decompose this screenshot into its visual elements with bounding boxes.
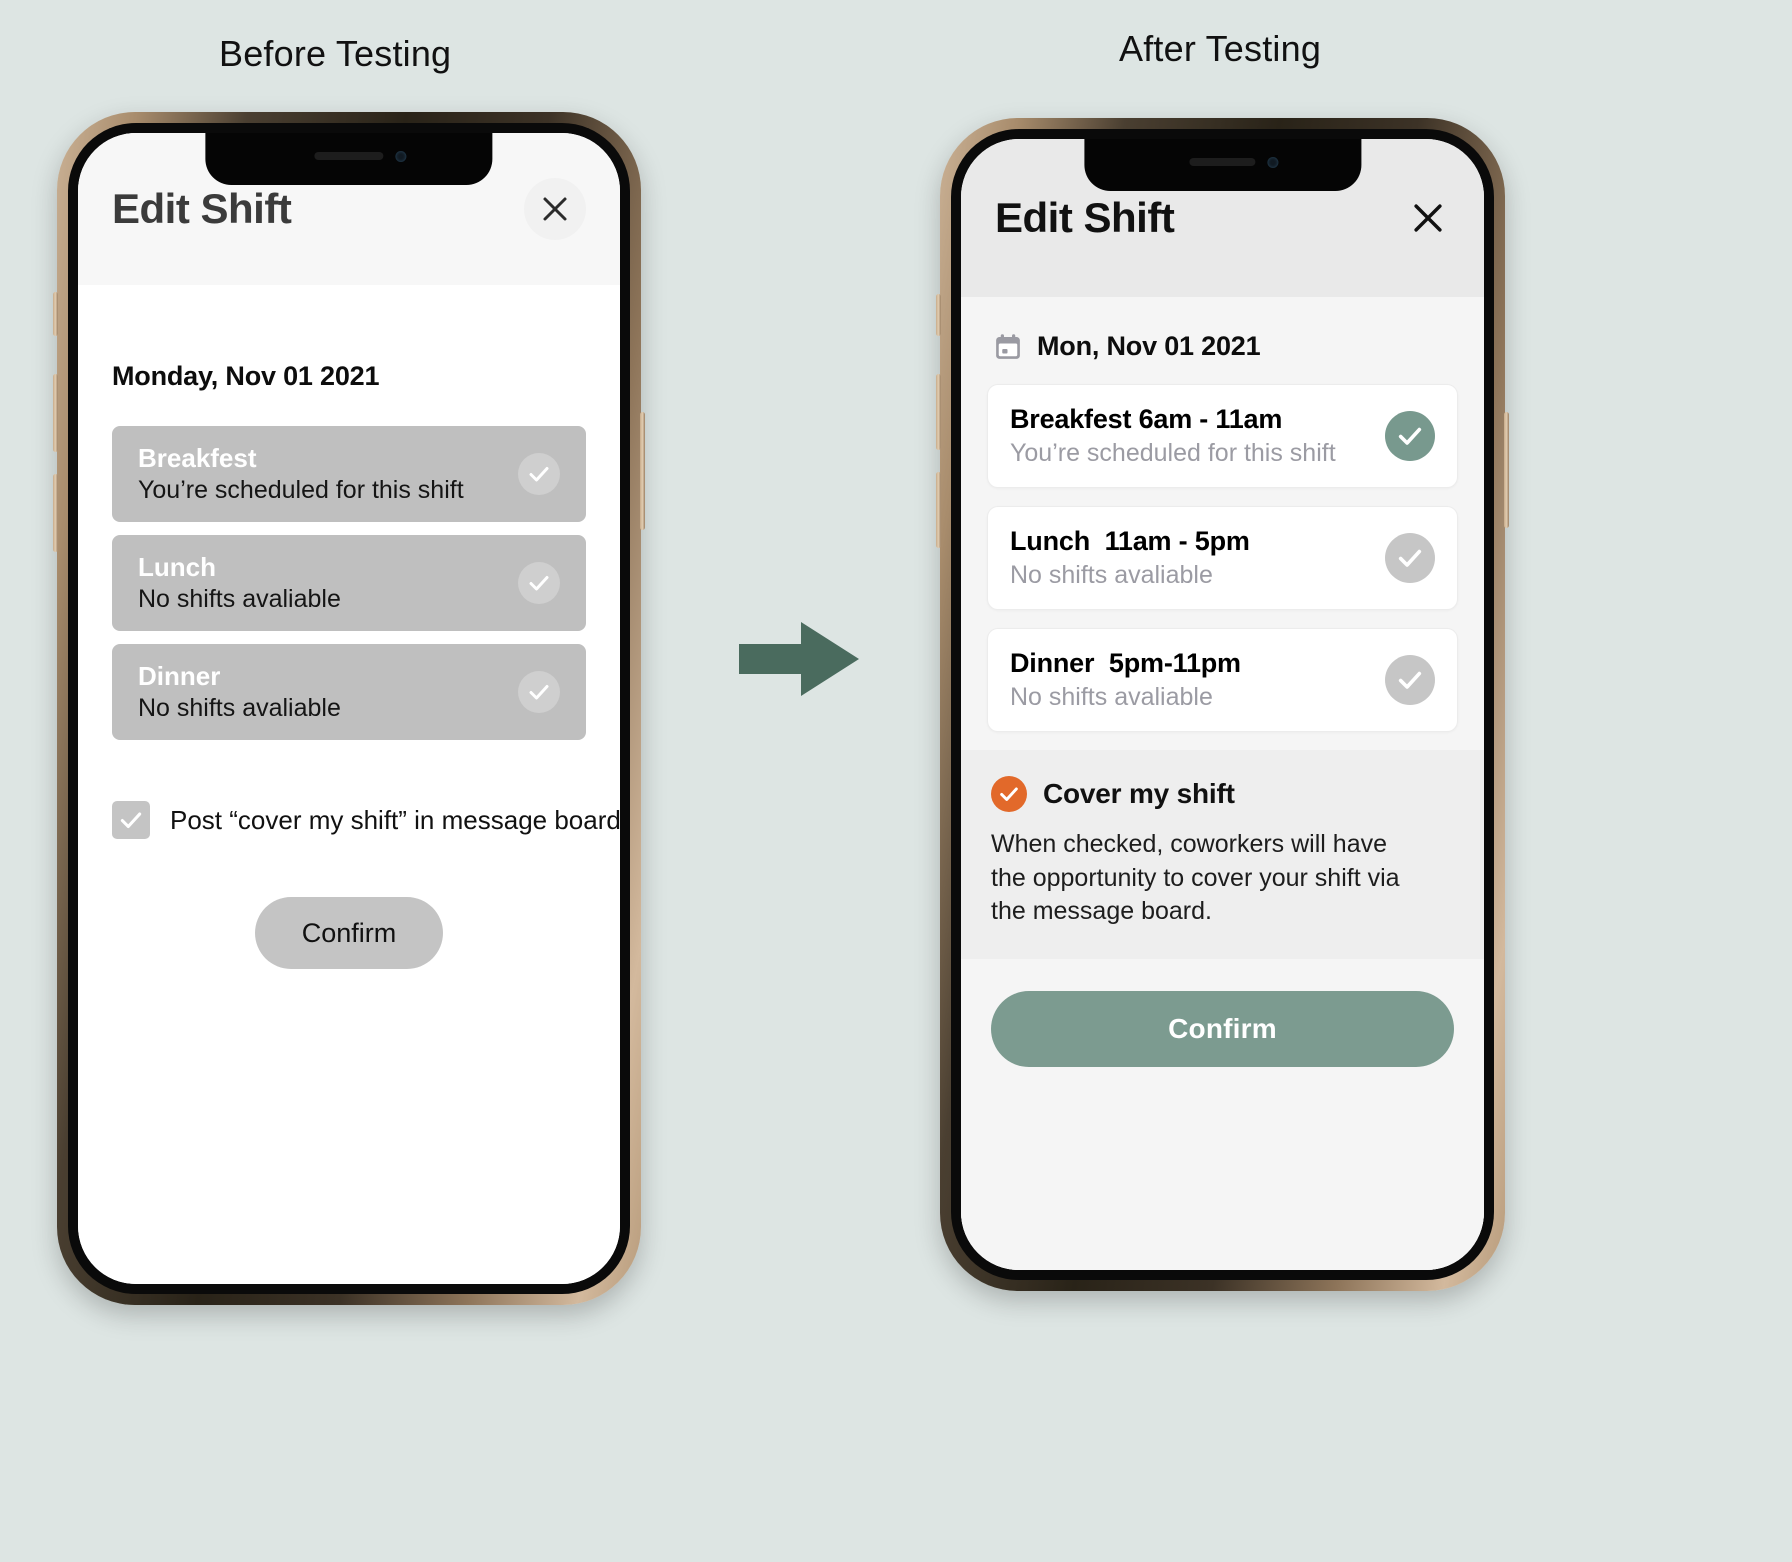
phone-volume-down-button xyxy=(53,474,58,552)
front-camera xyxy=(395,151,407,162)
shift-title: Lunch 11am - 5pm xyxy=(1010,525,1250,556)
shift-subtitle: You’re scheduled for this shift xyxy=(138,475,464,504)
cover-my-shift-title: Cover my shift xyxy=(1043,778,1235,809)
phone-bezel-after: Edit Shift Mon, Nov 01 2021 Breakfest 6a… xyxy=(951,129,1494,1280)
phone-mute-switch xyxy=(936,294,941,336)
after-shift-card-lunch[interactable]: Lunch 11am - 5pm No shifts avaliable xyxy=(987,506,1458,610)
after-confirm-wrap: Confirm xyxy=(961,958,1484,1067)
check-circle-icon[interactable] xyxy=(518,671,560,713)
after-shift-list: Mon, Nov 01 2021 Breakfest 6am - 11am Yo… xyxy=(961,297,1484,750)
cover-my-shift-toggle-row[interactable]: Cover my shift xyxy=(991,776,1454,828)
phone-notch xyxy=(1083,139,1362,191)
before-page-title: Edit Shift xyxy=(112,185,292,232)
check-circle-icon[interactable] xyxy=(518,562,560,604)
calendar-icon xyxy=(996,333,1020,359)
check-circle-icon[interactable] xyxy=(1385,411,1435,461)
phone-volume-up-button xyxy=(53,374,58,452)
shift-title: Breakfest 6am - 11am xyxy=(1010,403,1283,434)
shift-subtitle: No shifts avaliable xyxy=(138,584,341,613)
before-modal-body: Monday, Nov 01 2021 Breakfest You’re sch… xyxy=(78,285,620,1284)
check-circle-icon[interactable] xyxy=(1385,533,1435,583)
before-shift-row-breakfast[interactable]: Breakfest You’re scheduled for this shif… xyxy=(112,426,586,522)
phone-mockup-before: Edit Shift Monday, Nov 01 2021 Breakfest… xyxy=(53,112,645,1305)
shift-title: Dinner 5pm-11pm xyxy=(1010,647,1241,678)
shift-subtitle: No shifts avaliable xyxy=(1010,683,1213,712)
caption-before-testing: Before Testing xyxy=(219,33,452,74)
screen-before: Edit Shift Monday, Nov 01 2021 Breakfest… xyxy=(78,133,620,1284)
before-confirm-wrap: Confirm xyxy=(112,839,586,969)
confirm-button[interactable]: Confirm xyxy=(991,990,1454,1067)
phone-power-button xyxy=(1504,412,1509,528)
close-icon[interactable] xyxy=(1406,196,1450,240)
phone-power-button xyxy=(640,412,645,530)
check-circle-icon[interactable] xyxy=(518,453,560,495)
phone-volume-up-button xyxy=(936,374,941,450)
before-shift-row-lunch[interactable]: Lunch No shifts avaliable xyxy=(112,535,586,631)
after-date-label: Mon, Nov 01 2021 xyxy=(1037,331,1261,361)
after-shift-card-breakfast[interactable]: Breakfest 6am - 11am You’re scheduled fo… xyxy=(987,384,1458,488)
right-arrow-icon xyxy=(739,622,859,696)
shift-subtitle: You’re scheduled for this shift xyxy=(1010,439,1336,468)
shift-title: Breakfest xyxy=(138,443,257,474)
check-circle-icon[interactable] xyxy=(991,776,1027,812)
caption-after-testing: After Testing xyxy=(1119,28,1322,69)
after-bottom-spacer xyxy=(961,1066,1484,1270)
cover-my-shift-description: When checked, coworkers will have the op… xyxy=(991,830,1400,925)
close-icon[interactable] xyxy=(524,178,586,240)
shift-subtitle: No shifts avaliable xyxy=(138,693,341,722)
cover-my-shift-section: Cover my shift When checked, coworkers w… xyxy=(961,750,1484,959)
phone-mockup-after: Edit Shift Mon, Nov 01 2021 Breakfest 6a… xyxy=(936,118,1509,1291)
phone-volume-down-button xyxy=(936,472,941,548)
before-date-label: Monday, Nov 01 2021 xyxy=(112,361,380,391)
earpiece-speaker xyxy=(1189,158,1256,166)
after-page-title: Edit Shift xyxy=(995,194,1175,241)
checkbox-icon[interactable] xyxy=(112,801,150,839)
confirm-button[interactable]: Confirm xyxy=(255,897,443,969)
earpiece-speaker xyxy=(314,152,384,160)
after-modal-body: Mon, Nov 01 2021 Breakfest 6am - 11am Yo… xyxy=(961,297,1484,1270)
before-cover-shift-checkbox-row[interactable]: Post “cover my shift” in message board xyxy=(112,753,620,839)
after-shift-card-dinner[interactable]: Dinner 5pm-11pm No shifts avaliable xyxy=(987,628,1458,732)
checkbox-label: Post “cover my shift” in message board xyxy=(170,804,620,835)
check-circle-icon[interactable] xyxy=(1385,655,1435,705)
phone-mute-switch xyxy=(53,292,58,336)
front-camera xyxy=(1266,157,1278,168)
phone-notch xyxy=(205,133,493,185)
after-date-row: Mon, Nov 01 2021 xyxy=(987,297,1458,384)
before-shift-row-dinner[interactable]: Dinner No shifts avaliable xyxy=(112,644,586,740)
screen-after: Edit Shift Mon, Nov 01 2021 Breakfest 6a… xyxy=(961,139,1484,1270)
shift-subtitle: No shifts avaliable xyxy=(1010,561,1213,590)
shift-title: Lunch xyxy=(138,552,216,583)
shift-title: Dinner xyxy=(138,661,221,692)
phone-bezel-before: Edit Shift Monday, Nov 01 2021 Breakfest… xyxy=(68,123,630,1294)
